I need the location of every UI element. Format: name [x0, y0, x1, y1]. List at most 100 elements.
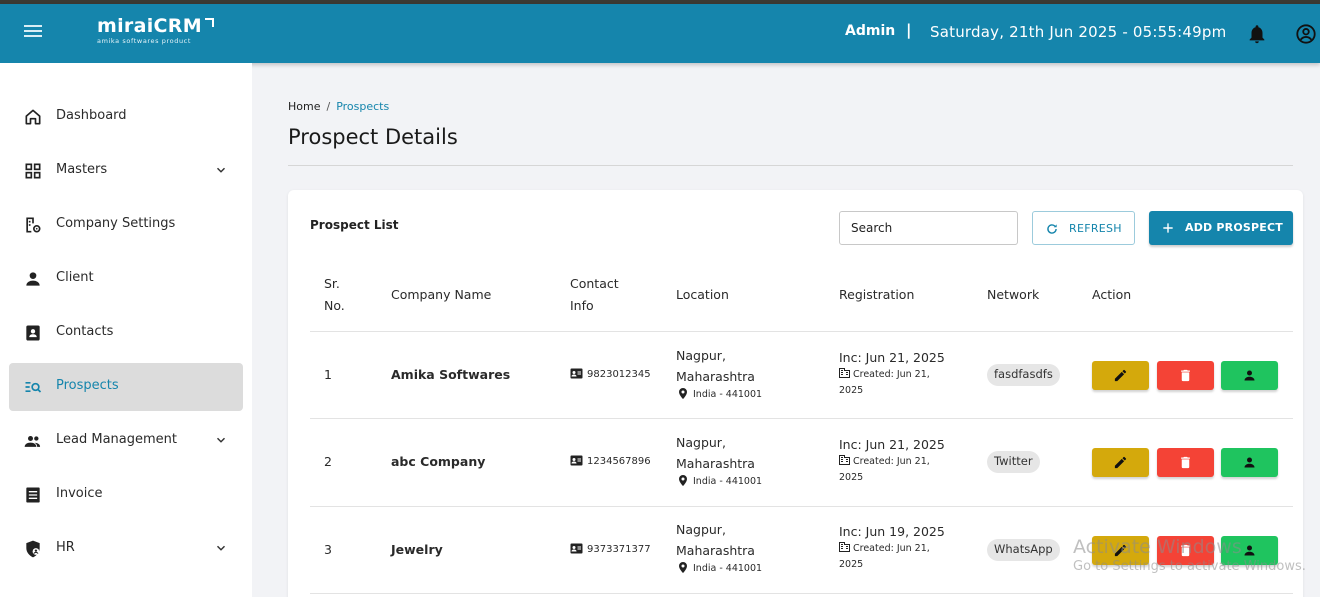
cell-sr: 3	[324, 542, 332, 557]
cell-contact: 9373371377	[570, 543, 651, 555]
phone-number: 9823012345	[587, 369, 651, 380]
prospect-list-card: Prospect List REFRESH ADD PROSPECT Sr. N…	[288, 190, 1303, 597]
header-separator: |	[906, 21, 912, 39]
search-input[interactable]	[839, 211, 1018, 245]
breadcrumb-separator: /	[326, 100, 331, 113]
convert-client-button[interactable]	[1221, 361, 1278, 390]
refresh-icon	[1047, 224, 1057, 234]
column-header-sr: Sr. No.	[324, 273, 345, 317]
pencil-icon	[1114, 456, 1127, 469]
inc-date: Inc: Jun 21, 2025	[839, 437, 945, 452]
sidebar-item-label: Lead Management	[56, 432, 177, 447]
country-text: India - 441001	[693, 476, 763, 487]
sidebar-item-prospects[interactable]: Prospects	[9, 363, 243, 411]
chevron-down-icon	[216, 167, 226, 173]
location-pin-icon	[679, 562, 687, 573]
inc-date: Inc: Jun 19, 2025	[839, 524, 945, 539]
cell-sr: 2	[324, 454, 332, 469]
logo-tagline: amika softwares product	[97, 37, 191, 45]
cell-contact: 1234567896	[570, 455, 651, 467]
trash-icon	[1181, 544, 1190, 557]
sidebar-item-client[interactable]: Client	[9, 255, 243, 303]
sidebar-item-contacts[interactable]: Contacts	[9, 309, 243, 357]
convert-client-button[interactable]	[1221, 448, 1278, 477]
account-icon[interactable]	[1295, 23, 1317, 45]
created-date: Created: Jun 21, 2025	[839, 367, 945, 399]
cell-company: Amika Softwares	[391, 367, 511, 382]
cell-contact: 9823012345	[570, 368, 651, 380]
delete-button[interactable]	[1157, 361, 1214, 390]
building-icon	[839, 455, 850, 465]
person-icon	[1244, 370, 1255, 381]
cell-location: Nagpur, Maharashtra India - 441001	[676, 345, 762, 400]
sidebar-item-label: Client	[56, 270, 94, 285]
network-chip: fasdfasdfs	[987, 364, 1060, 386]
breadcrumb-home[interactable]: Home	[288, 100, 320, 113]
refresh-button[interactable]: REFRESH	[1032, 211, 1135, 245]
cell-registration: Inc: Jun 21, 2025 Created: Jun 21, 2025	[839, 350, 945, 399]
app-bar: miraiCRM amika softwares product Admin |…	[0, 4, 1320, 63]
app-logo[interactable]: miraiCRM amika softwares product	[97, 16, 217, 50]
logo-text: miraiCRM	[97, 15, 202, 37]
inc-date: Inc: Jun 21, 2025	[839, 350, 945, 365]
person-icon	[26, 272, 40, 286]
location-pin-icon	[679, 475, 687, 486]
chevron-down-icon	[216, 545, 226, 551]
edit-button[interactable]	[1092, 536, 1149, 565]
column-header-action: Action	[1092, 287, 1132, 302]
contact-card-icon	[570, 455, 583, 466]
created-text: Created: Jun 21,	[853, 369, 930, 380]
home-icon	[25, 109, 41, 125]
pencil-icon	[1114, 544, 1127, 557]
phone-number: 9373371377	[587, 544, 651, 555]
location-city: Nagpur,	[676, 522, 726, 537]
row-divider	[310, 506, 1293, 507]
cell-company: Jewelry	[391, 542, 443, 557]
edit-button[interactable]	[1092, 448, 1149, 477]
page-title: Prospect Details	[288, 125, 458, 149]
created-date: Created: Jun 21, 2025	[839, 541, 945, 573]
sidebar-item-label: Dashboard	[56, 108, 127, 123]
refresh-label: REFRESH	[1069, 222, 1122, 235]
sidebar-item-hr[interactable]: HR	[9, 525, 243, 573]
edit-button[interactable]	[1092, 361, 1149, 390]
sidebar-item-lead-management[interactable]: Lead Management	[9, 417, 243, 465]
created-year: 2025	[839, 472, 864, 483]
created-year: 2025	[839, 385, 864, 396]
add-prospect-button[interactable]: ADD PROSPECT	[1149, 211, 1293, 245]
created-text: Created: Jun 21,	[853, 543, 930, 554]
sidebar-item-label: Masters	[56, 162, 108, 177]
location-state: Maharashtra	[676, 456, 755, 471]
delete-button[interactable]	[1157, 448, 1214, 477]
datetime-display: Saturday, 21th Jun 2025 - 05:55:49pm	[930, 23, 1227, 41]
created-year: 2025	[839, 559, 864, 570]
menu-icon[interactable]	[22, 22, 44, 44]
add-prospect-label: ADD PROSPECT	[1185, 221, 1283, 234]
user-label: Admin	[845, 23, 896, 39]
delete-button[interactable]	[1157, 536, 1214, 565]
sidebar-item-company-settings[interactable]: Company Settings	[9, 201, 243, 249]
title-divider	[288, 165, 1293, 166]
location-state: Maharashtra	[676, 369, 755, 384]
phone-number: 1234567896	[587, 456, 651, 467]
created-date: Created: Jun 21, 2025	[839, 454, 945, 486]
sidebar-item-invoice[interactable]: Invoice	[9, 471, 243, 519]
column-header-contact: Contact Info	[570, 273, 619, 317]
sidebar-item-dashboard[interactable]: Dashboard	[9, 93, 243, 141]
bell-icon[interactable]	[1246, 22, 1268, 46]
breadcrumb-current: Prospects	[336, 100, 390, 113]
contact-card-icon	[570, 543, 583, 554]
sidebar-item-label: Company Settings	[56, 216, 176, 231]
sidebar-item-masters[interactable]: Masters	[9, 147, 243, 195]
breadcrumb: Home / Prospects	[288, 100, 389, 113]
cell-location: Nagpur, Maharashtra India - 441001	[676, 519, 762, 574]
country-text: India - 441001	[693, 389, 763, 400]
contact-card-icon	[26, 325, 40, 341]
header-text: Info	[570, 298, 594, 313]
convert-client-button[interactable]	[1221, 536, 1278, 565]
cell-sr: 1	[324, 367, 332, 382]
column-header-company: Company Name	[391, 287, 492, 302]
contact-card-icon	[570, 368, 583, 379]
receipt-icon	[26, 487, 40, 503]
header-text: Contact	[570, 276, 619, 291]
